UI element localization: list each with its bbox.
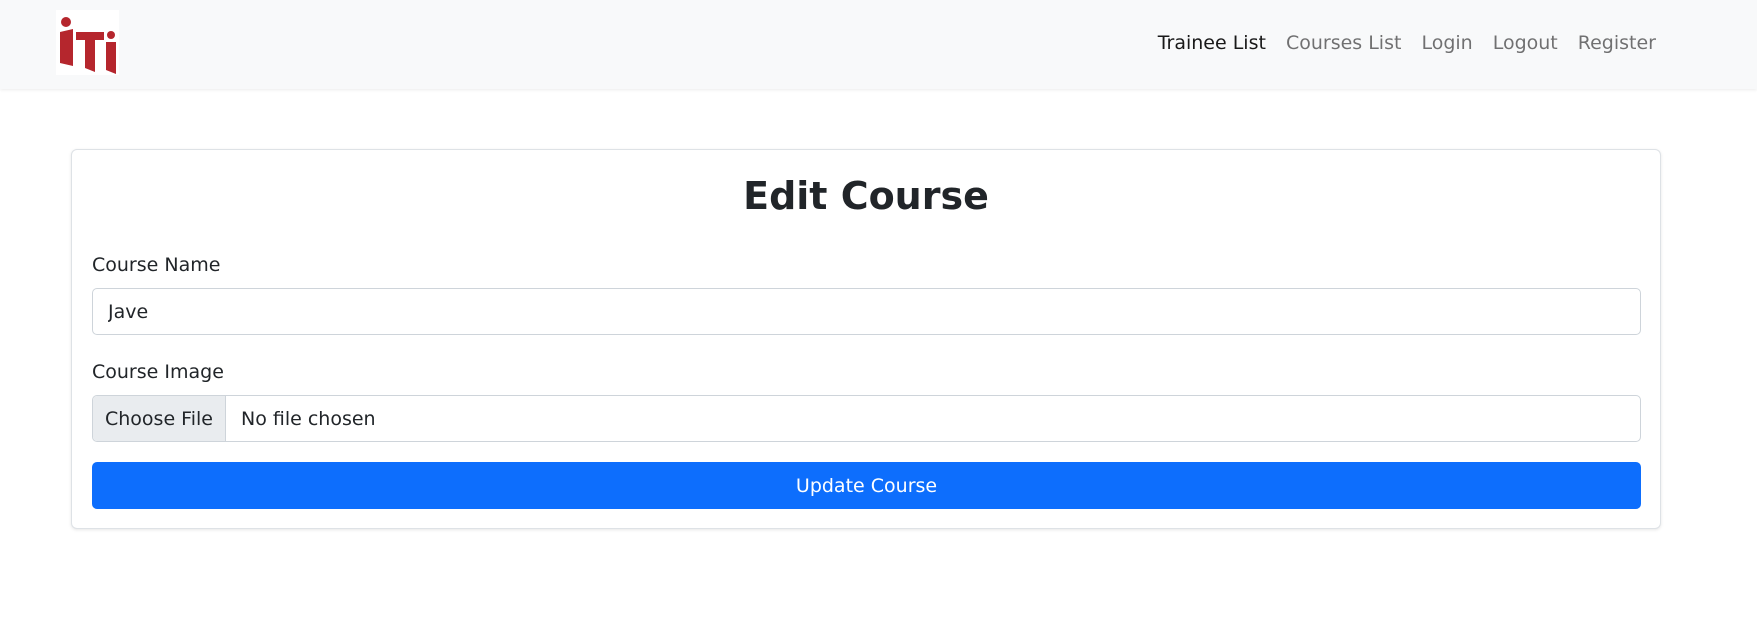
update-course-button[interactable]: Update Course [92,462,1641,509]
edit-course-card: Edit Course Course Name Course Image Cho… [71,149,1661,529]
choose-file-button[interactable]: Choose File [93,396,226,441]
nav-links: Trainee List Courses List Login Logout R… [1148,0,1666,86]
course-name-input[interactable] [92,288,1641,335]
course-image-file-input[interactable]: Choose File No file chosen [92,395,1641,442]
navbar: Trainee List Courses List Login Logout R… [0,0,1757,89]
nav-link-login[interactable]: Login [1411,32,1482,54]
nav-link-logout[interactable]: Logout [1483,32,1568,54]
nav-link-register[interactable]: Register [1568,32,1666,54]
nav-link-trainee-list[interactable]: Trainee List [1148,32,1276,54]
course-name-label: Course Name [92,254,221,276]
file-status-text: No file chosen [241,407,376,430]
page-title: Edit Course [743,174,989,218]
nav-link-courses-list[interactable]: Courses List [1276,32,1411,54]
iti-logo-icon[interactable] [56,10,119,75]
course-image-label: Course Image [92,361,224,383]
